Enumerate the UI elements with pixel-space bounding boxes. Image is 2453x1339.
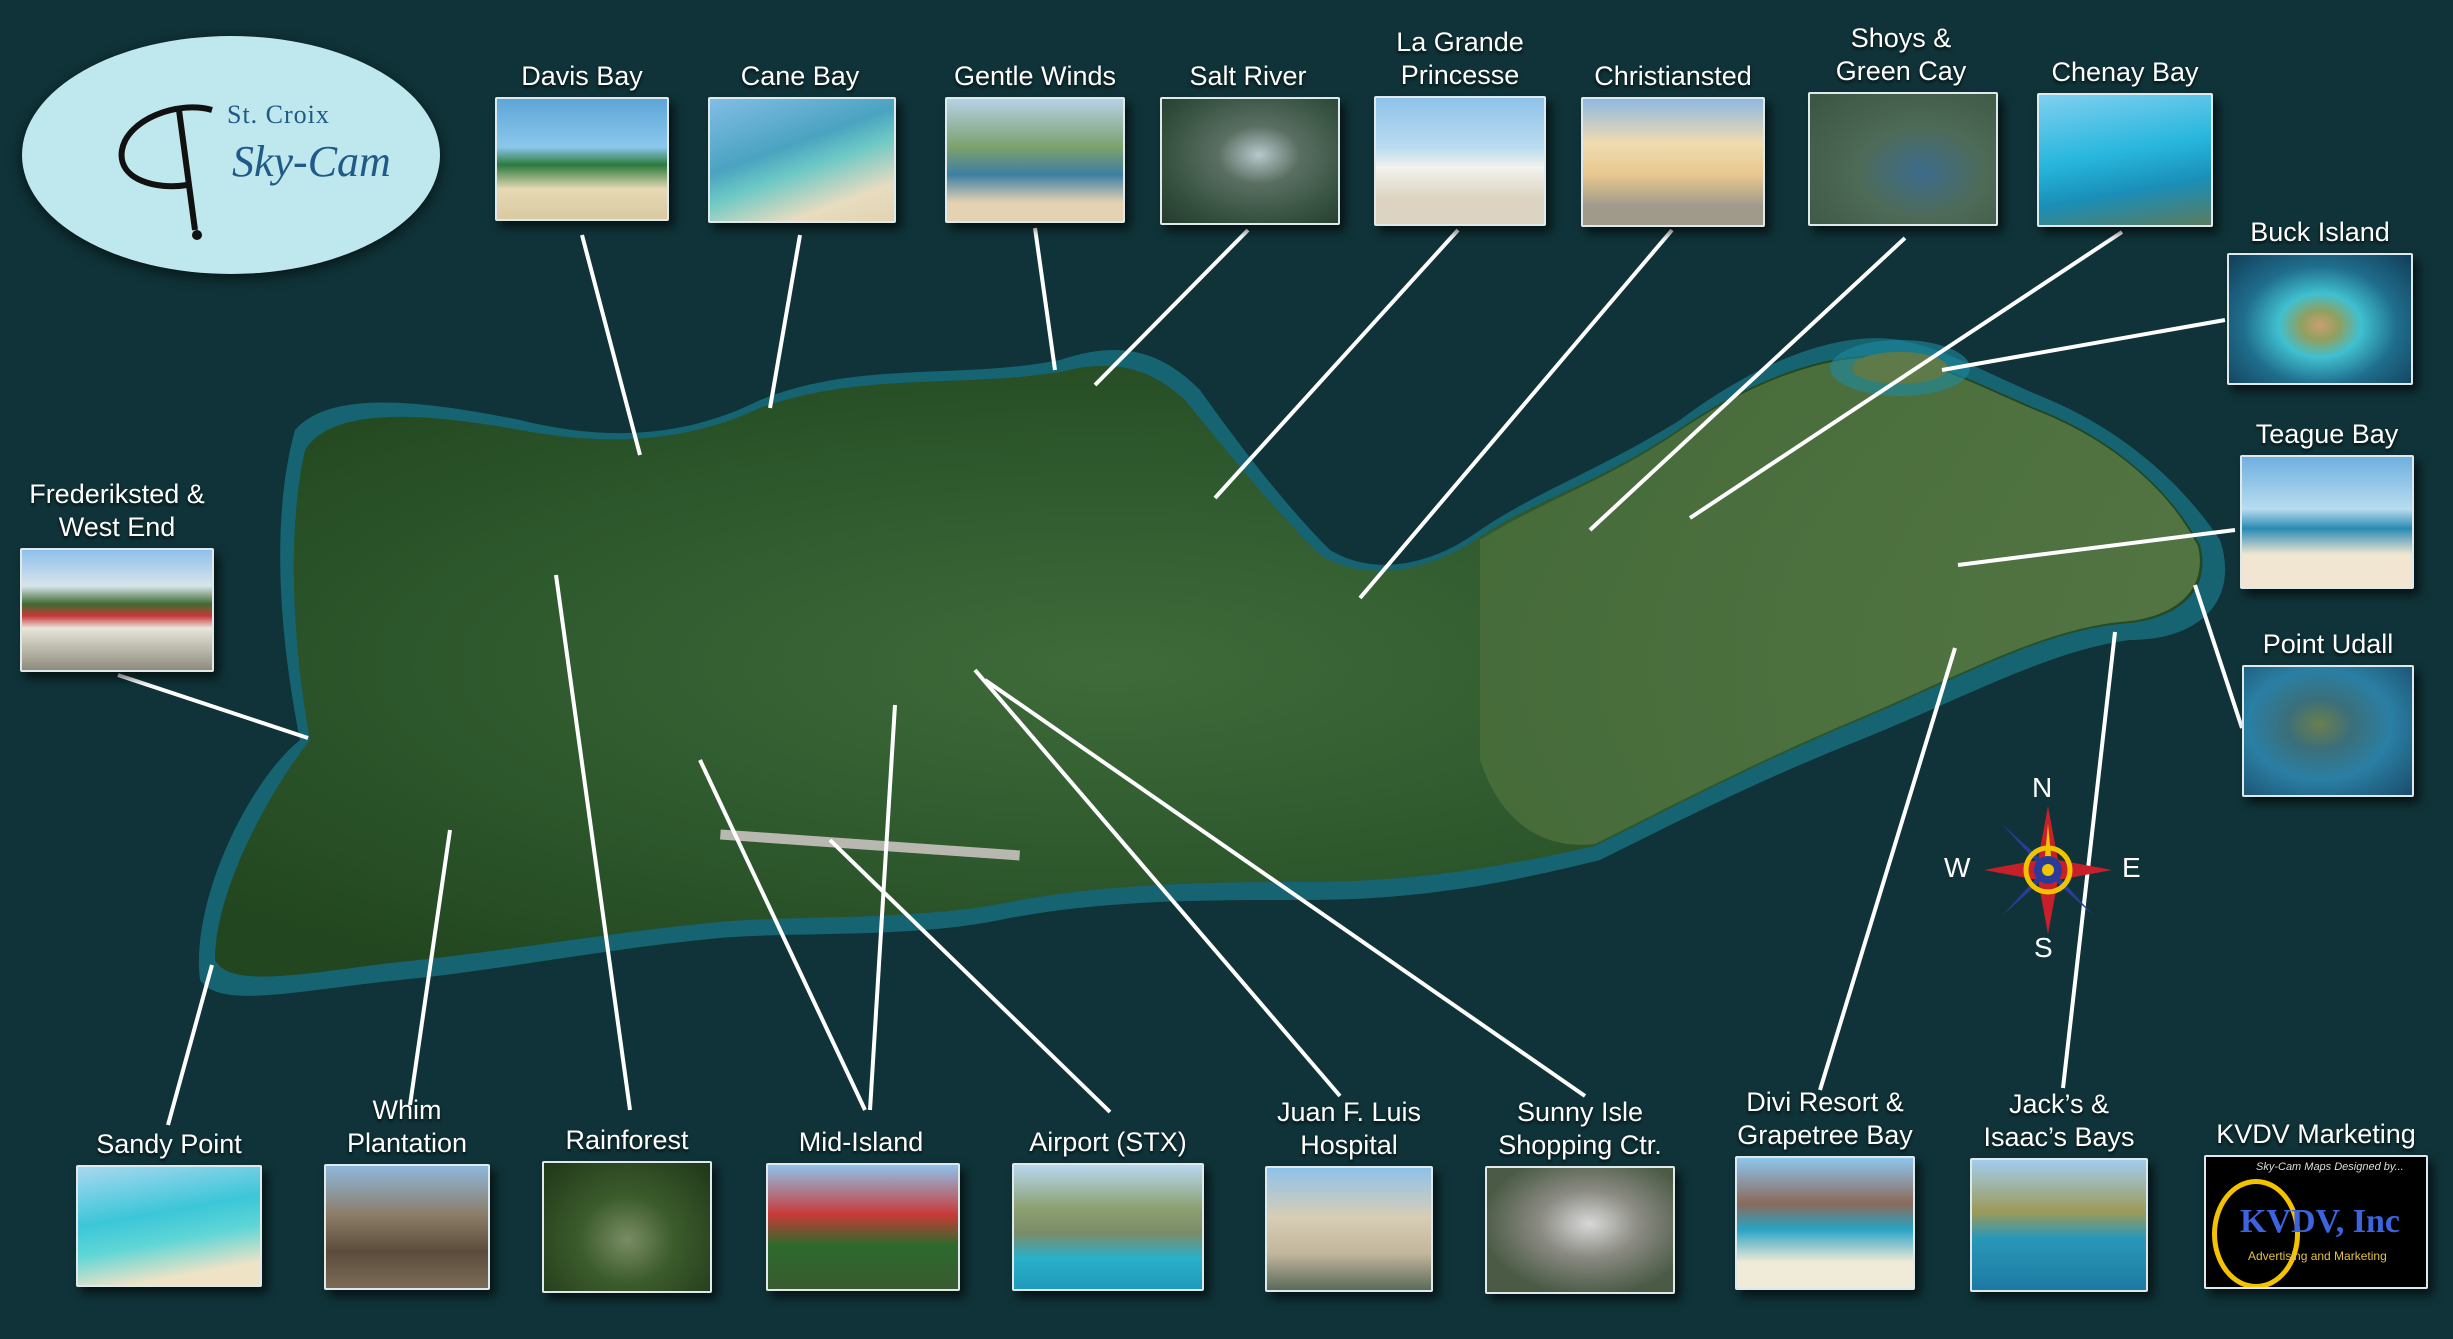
place-label: Point Udall [2262, 629, 2394, 659]
thumb-whim-plantation[interactable] [324, 1164, 490, 1290]
place-label: Frederiksted & West End [29, 479, 205, 542]
thumb-frederiksted[interactable] [20, 548, 214, 672]
thumb-sunny-isle[interactable] [1485, 1166, 1675, 1294]
place-la-grande-princesse[interactable]: La Grande Princesse [1370, 26, 1550, 226]
thumb-point-udall[interactable] [2242, 665, 2414, 797]
kvdv-subtitle: Advertising and Marketing [2248, 1249, 2387, 1263]
place-teague-bay[interactable]: Teague Bay [2232, 418, 2422, 589]
thumb-mid-island[interactable] [766, 1163, 960, 1291]
place-christiansted[interactable]: Christiansted [1580, 60, 1766, 227]
place-label: KVDV Marketing [2216, 1119, 2416, 1149]
thumb-cane-bay[interactable] [708, 97, 896, 223]
place-label: La Grande Princesse [1396, 27, 1524, 90]
place-sandy-point[interactable]: Sandy Point [72, 1128, 266, 1287]
place-whim-plantation[interactable]: Whim Plantation [318, 1094, 496, 1290]
place-label: Buck Island [2250, 217, 2390, 247]
place-label: Whim Plantation [346, 1095, 468, 1158]
thumb-sandy-point[interactable] [76, 1165, 262, 1287]
place-rainforest[interactable]: Rainforest [540, 1124, 714, 1293]
thumb-rainforest[interactable] [542, 1161, 712, 1293]
place-frederiksted[interactable]: Frederiksted & West End [14, 478, 220, 672]
place-label: Sandy Point [96, 1129, 242, 1159]
place-kvdv-marketing[interactable]: KVDV Marketing Sky-Cam Maps Designed by.… [2196, 1118, 2436, 1289]
kvdv-logo[interactable]: Sky-Cam Maps Designed by... KVDV, Inc Ad… [2204, 1155, 2428, 1289]
compass-rose: N S W E [1944, 772, 2141, 972]
thumb-buck-island[interactable] [2227, 253, 2413, 385]
place-chenay-bay[interactable]: Chenay Bay [2030, 56, 2220, 227]
compass-s: S [2034, 932, 2053, 963]
place-label: Shoys & Green Cay [1835, 23, 1967, 86]
place-label: Juan F. Luis Hospital [1276, 1097, 1422, 1160]
place-label: Salt River [1189, 61, 1307, 91]
compass-star-icon [1984, 806, 2112, 934]
place-gentle-winds[interactable]: Gentle Winds [935, 60, 1135, 223]
thumb-divi-resort[interactable] [1735, 1156, 1915, 1290]
thumb-shoys-green-cay[interactable] [1808, 92, 1998, 226]
place-label: Teague Bay [2255, 419, 2399, 449]
place-label: Sunny Isle Shopping Ctr. [1498, 1097, 1662, 1160]
place-divi-resort[interactable]: Divi Resort & Grapetree Bay [1718, 1086, 1932, 1290]
place-label: Divi Resort & Grapetree Bay [1737, 1087, 1913, 1150]
sky-cam-logo: St. Croix Sky-Cam [22, 36, 440, 274]
compass-n: N [2032, 772, 2053, 803]
place-label: Davis Bay [521, 61, 643, 91]
place-buck-island[interactable]: Buck Island [2222, 216, 2418, 385]
place-label: Cane Bay [740, 61, 860, 91]
place-label: Jack’s & Isaac’s Bays [1983, 1089, 2135, 1152]
place-airport[interactable]: Airport (STX) [1010, 1126, 1206, 1291]
kvdv-tagline: Sky-Cam Maps Designed by... [2256, 1161, 2404, 1173]
logo-t-mark [118, 104, 213, 240]
thumb-salt-river[interactable] [1160, 97, 1340, 225]
compass-w: W [1944, 852, 1971, 883]
thumb-gentle-winds[interactable] [945, 97, 1125, 223]
place-label: Chenay Bay [2051, 57, 2199, 87]
compass-e: E [2122, 852, 2141, 883]
place-shoys-green-cay[interactable]: Shoys & Green Cay [1808, 22, 1998, 226]
place-label: Gentle Winds [953, 61, 1117, 91]
place-label: Rainforest [565, 1125, 689, 1155]
thumb-teague-bay[interactable] [2240, 455, 2414, 589]
place-salt-river[interactable]: Salt River [1160, 60, 1340, 225]
place-label: Mid-Island [798, 1127, 924, 1157]
place-sunny-isle[interactable]: Sunny Isle Shopping Ctr. [1480, 1096, 1680, 1294]
thumb-christiansted[interactable] [1581, 97, 1765, 227]
place-cane-bay[interactable]: Cane Bay [708, 60, 896, 223]
thumb-davis-bay[interactable] [495, 97, 669, 221]
place-point-udall[interactable]: Point Udall [2238, 628, 2418, 797]
place-juan-f-luis[interactable]: Juan F. Luis Hospital [1256, 1096, 1442, 1292]
kvdv-name: KVDV, Inc [2240, 1203, 2400, 1240]
thumb-juan-f-luis[interactable] [1265, 1166, 1433, 1292]
place-label: Christiansted [1594, 61, 1752, 91]
place-davis-bay[interactable]: Davis Bay [492, 60, 672, 221]
thumb-la-grande-princesse[interactable] [1374, 96, 1546, 226]
place-jacks-isaacs[interactable]: Jack’s & Isaac’s Bays [1966, 1088, 2152, 1292]
logo-small-text: St. Croix [227, 100, 330, 129]
thumb-chenay-bay[interactable] [2037, 93, 2213, 227]
logo-big-text: Sky-Cam [232, 137, 391, 186]
thumb-airport[interactable] [1012, 1163, 1204, 1291]
place-mid-island[interactable]: Mid-Island [766, 1126, 960, 1291]
place-label: Airport (STX) [1029, 1127, 1187, 1157]
thumb-jacks-isaacs[interactable] [1970, 1158, 2148, 1292]
